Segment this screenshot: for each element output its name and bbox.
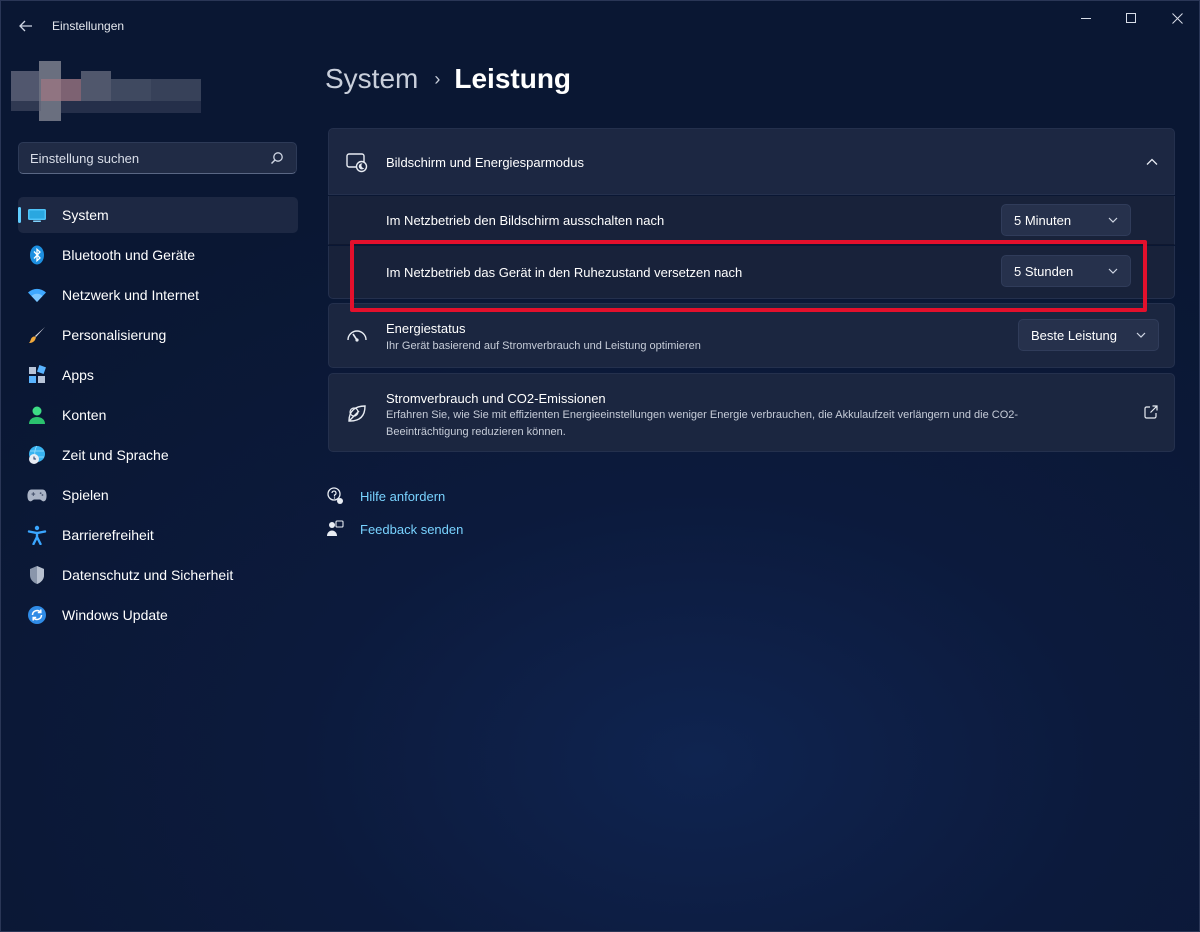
power-mode-title: Energiestatus: [386, 321, 466, 336]
help-link[interactable]: Hilfe anfordern: [360, 489, 445, 504]
sidebar-item-label: Barrierefreiheit: [62, 527, 154, 543]
monitor-icon: [27, 205, 47, 225]
sidebar-item-label: Datenschutz und Sicherheit: [62, 567, 234, 583]
apps-icon: [27, 365, 47, 385]
brush-icon: [27, 325, 47, 345]
energy-co2-title: Stromverbrauch und CO2-Emissionen: [386, 391, 606, 406]
sidebar-item-label: System: [62, 207, 109, 223]
close-button[interactable]: [1154, 1, 1200, 35]
sleep-dropdown[interactable]: 5 Stunden: [1001, 255, 1131, 287]
sidebar-item-personalization[interactable]: Personalisierung: [18, 317, 298, 353]
user-avatar-blurred: [11, 61, 201, 121]
open-external-icon: [1144, 405, 1158, 419]
back-arrow-icon: [19, 20, 32, 32]
sidebar-item-label: Windows Update: [62, 607, 168, 623]
sidebar-item-time-language[interactable]: Zeit und Sprache: [18, 437, 298, 473]
maximize-button[interactable]: [1108, 1, 1154, 35]
screen-sleep-title: Bildschirm und Energiesparmodus: [386, 155, 584, 170]
gamepad-icon: [27, 485, 47, 505]
breadcrumb-parent-link[interactable]: System: [325, 63, 418, 95]
breadcrumb-chevron-icon: ›: [434, 68, 441, 89]
screen-off-value: 5 Minuten: [1014, 212, 1072, 228]
sidebar-item-windows-update[interactable]: Windows Update: [18, 597, 298, 633]
sidebar-item-label: Bluetooth und Geräte: [62, 247, 196, 263]
sidebar-item-apps[interactable]: Apps: [18, 357, 298, 393]
leaf-icon: [348, 405, 366, 422]
sidebar-item-network[interactable]: Netzwerk und Internet: [18, 277, 298, 313]
search-icon: [271, 152, 283, 164]
update-icon: [27, 605, 47, 625]
app-title: Einstellungen: [52, 19, 125, 33]
search-placeholder: Einstellung suchen: [30, 150, 140, 166]
sidebar-item-label: Spielen: [62, 487, 109, 503]
sidebar-nav: System Bluetooth und Geräte Netzwerk und…: [18, 197, 298, 637]
shield-icon: [27, 565, 47, 585]
back-button[interactable]: [13, 13, 39, 39]
sidebar-item-bluetooth[interactable]: Bluetooth und Geräte: [18, 237, 298, 273]
screen-sleep-expander-header[interactable]: Bildschirm und Energiesparmodus: [328, 128, 1175, 195]
sidebar-item-privacy[interactable]: Datenschutz und Sicherheit: [18, 557, 298, 593]
sidebar-item-label: Apps: [62, 367, 94, 383]
power-mode-description: Ihr Gerät basierend auf Stromverbrauch u…: [386, 340, 701, 352]
energy-co2-description-line1: Erfahren Sie, wie Sie mit effizienten En…: [386, 409, 1019, 421]
gauge-icon: [347, 330, 367, 342]
sidebar-item-gaming[interactable]: Spielen: [18, 477, 298, 513]
screen-sleep-icon: [346, 153, 368, 173]
power-mode-value: Beste Leistung: [1031, 327, 1118, 343]
chevron-up-icon[interactable]: [1146, 156, 1158, 168]
feedback-icon: [327, 520, 344, 536]
feedback-link[interactable]: Feedback senden: [360, 522, 463, 537]
minimize-button[interactable]: [1063, 1, 1109, 35]
search-input[interactable]: Einstellung suchen: [18, 142, 297, 174]
sidebar-item-label: Personalisierung: [62, 327, 167, 343]
sleep-label: Im Netzbetrieb das Gerät in den Ruhezust…: [386, 265, 743, 280]
chevron-down-icon: [1108, 268, 1118, 274]
accessibility-icon: [27, 525, 47, 545]
energy-co2-card[interactable]: Stromverbrauch und CO2-Emissionen Erfahr…: [328, 373, 1175, 452]
settings-window: Einstellungen Einstellung suchen System …: [0, 0, 1200, 932]
sidebar-item-accessibility[interactable]: Barrierefreiheit: [18, 517, 298, 553]
power-mode-dropdown[interactable]: Beste Leistung: [1018, 319, 1159, 351]
page-title: Leistung: [454, 63, 572, 94]
bluetooth-icon: [27, 245, 47, 265]
sidebar-item-label: Konten: [62, 407, 107, 423]
screen-off-label: Im Netzbetrieb den Bildschirm ausschalte…: [386, 213, 665, 228]
sidebar-item-label: Netzwerk und Internet: [62, 287, 199, 303]
power-mode-card: Energiestatus Ihr Gerät basierend auf St…: [328, 303, 1175, 368]
chevron-down-icon: [1108, 217, 1118, 223]
sidebar-item-system[interactable]: System: [18, 197, 298, 233]
title-bar: Einstellungen: [1, 1, 1200, 49]
close-icon: [1171, 12, 1183, 24]
sidebar-item-label: Zeit und Sprache: [62, 447, 169, 463]
screen-off-dropdown[interactable]: 5 Minuten: [1001, 204, 1131, 236]
sleep-value: 5 Stunden: [1014, 263, 1074, 279]
breadcrumb: System › Leistung: [325, 59, 571, 99]
screen-off-row: Im Netzbetrieb den Bildschirm ausschalte…: [328, 196, 1175, 245]
minimize-icon: [1080, 17, 1091, 19]
account-icon: [27, 405, 47, 425]
sleep-row: Im Netzbetrieb das Gerät in den Ruhezust…: [328, 246, 1175, 299]
energy-co2-description-line2: Beeinträchtigung reduzieren können.: [386, 426, 566, 438]
sidebar-item-accounts[interactable]: Konten: [18, 397, 298, 433]
wifi-icon: [27, 285, 47, 305]
maximize-icon: [1125, 12, 1136, 23]
help-icon: [327, 487, 343, 504]
chevron-down-icon: [1136, 332, 1146, 338]
globe-clock-icon: [27, 445, 47, 465]
